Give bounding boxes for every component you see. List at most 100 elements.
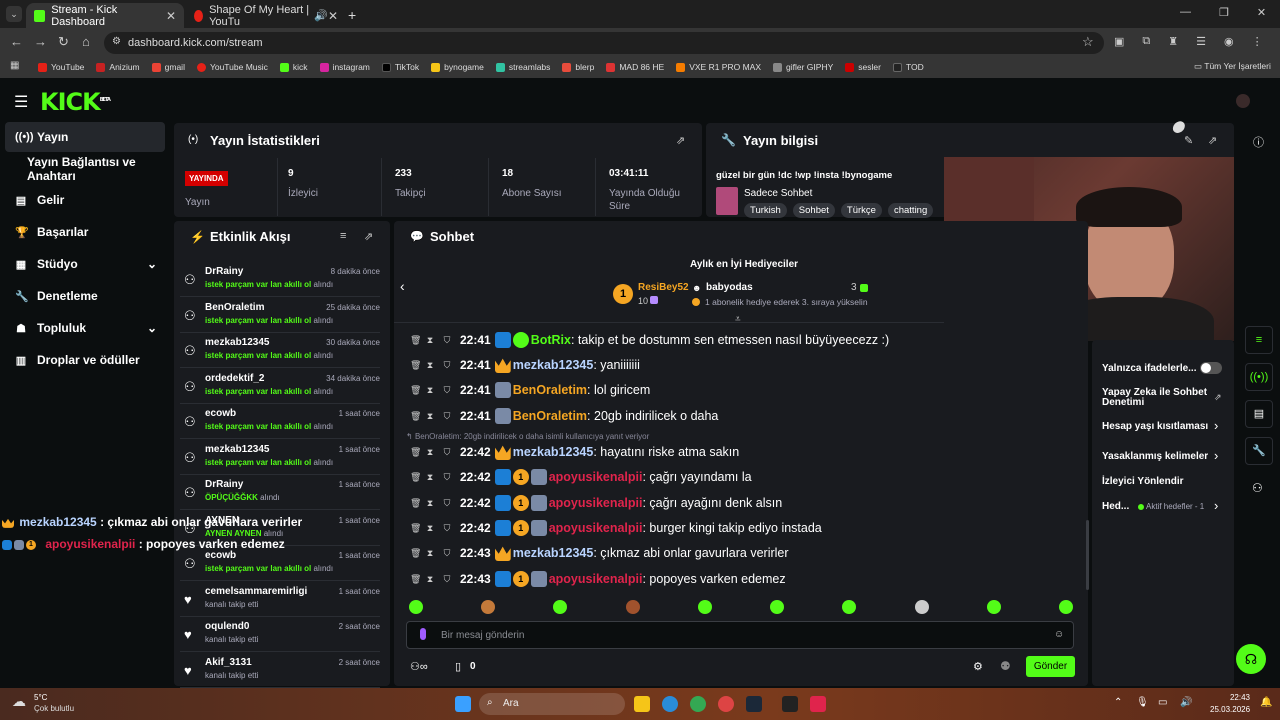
timeout-icon[interactable]: ⧗ bbox=[426, 523, 434, 534]
delete-message-icon[interactable]: 🗑 bbox=[410, 523, 421, 534]
settings-gear-icon[interactable]: ⚙ bbox=[973, 660, 983, 673]
sidebar-item-denetleme[interactable]: 🔧 Denetleme bbox=[5, 282, 165, 310]
microphone-icon[interactable] bbox=[420, 628, 426, 640]
back-icon[interactable]: ← bbox=[10, 34, 23, 49]
emote-icon[interactable] bbox=[1059, 600, 1073, 614]
delete-message-icon[interactable]: 🗑 bbox=[410, 574, 421, 585]
banned-words-setting[interactable]: Yasaklanmış kelimeler bbox=[1102, 451, 1208, 462]
activity-username[interactable]: DrRainy bbox=[205, 266, 243, 277]
tab-search-button[interactable]: ⌄ bbox=[6, 6, 22, 22]
timeout-icon[interactable]: ⧗ bbox=[426, 385, 434, 396]
activity-username[interactable]: mezkab12345 bbox=[205, 444, 270, 455]
activity-username[interactable]: cemelsammaremirligi bbox=[205, 586, 307, 597]
message-username[interactable]: mezkab12345 bbox=[513, 445, 594, 459]
chat-scrollbar[interactable] bbox=[1086, 520, 1089, 590]
sidebar-item-stream-key[interactable]: Yayın Bağlantısı ve Anahtarı bbox=[5, 155, 165, 183]
quick-action-button[interactable]: ≡ bbox=[1245, 326, 1273, 354]
tab-kick-dashboard[interactable]: Stream - Kick Dashboard ✕ bbox=[26, 3, 184, 28]
ban-shield-icon[interactable]: ⛉ bbox=[442, 472, 452, 483]
obs-icon[interactable] bbox=[718, 696, 734, 712]
send-button[interactable]: Gönder bbox=[1026, 656, 1075, 677]
taskbar-search[interactable]: Ara bbox=[479, 693, 625, 715]
bookmark-item[interactable]: streamlabs bbox=[495, 62, 550, 72]
activity-username[interactable]: mezkab12345 bbox=[205, 337, 270, 348]
activity-username[interactable]: DrRainy bbox=[205, 479, 243, 490]
apps-grid-icon[interactable]: ▦ bbox=[10, 60, 19, 71]
bookmark-star-icon[interactable]: ☆ bbox=[1082, 34, 1094, 50]
bookmark-item[interactable]: sesler bbox=[845, 62, 881, 72]
ban-shield-icon[interactable]: ⛉ bbox=[442, 385, 452, 396]
message-username[interactable]: mezkab12345 bbox=[513, 358, 594, 372]
extension-icon[interactable]: ☰ bbox=[1196, 35, 1206, 48]
sidebar-item-droplar[interactable]: ▥ Droplar ve ödüller bbox=[5, 346, 165, 374]
tag[interactable]: Sohbet bbox=[792, 203, 835, 218]
extension-icon[interactable]: ⧉ bbox=[1142, 35, 1150, 48]
bookmark-item[interactable]: Anizium bbox=[96, 62, 140, 72]
popout-icon[interactable]: ⇗ bbox=[676, 134, 685, 147]
delete-message-icon[interactable]: 🗑 bbox=[410, 360, 421, 371]
edge-browser-icon[interactable] bbox=[662, 696, 678, 712]
delete-message-icon[interactable]: 🗑 bbox=[410, 447, 421, 458]
edit-icon[interactable]: ✎ bbox=[1184, 134, 1193, 147]
account-age-setting[interactable]: Hesap yaşı kısıtlaması bbox=[1102, 421, 1208, 432]
bookmark-item[interactable]: VXE R1 PRO MAX bbox=[676, 62, 761, 72]
pinned-collapse-icon[interactable]: ⩡ bbox=[735, 314, 741, 325]
close-tab-icon[interactable]: ✕ bbox=[328, 9, 338, 23]
delete-message-icon[interactable]: 🗑 bbox=[410, 548, 421, 559]
bookmark-item[interactable]: gmail bbox=[151, 62, 185, 72]
message-username[interactable]: BenOraletim bbox=[513, 409, 587, 423]
home-icon[interactable]: ⌂ bbox=[82, 34, 90, 49]
emote-icon[interactable] bbox=[481, 600, 495, 614]
sidebar-item-yayin[interactable]: ((•)) Yayın bbox=[5, 122, 165, 152]
network-icon[interactable]: ▭ bbox=[1158, 697, 1167, 708]
user-avatar[interactable] bbox=[1236, 94, 1250, 108]
chat-users-icon[interactable]: ⚇∞ bbox=[410, 660, 428, 673]
emote-icon[interactable] bbox=[626, 600, 640, 614]
all-bookmarks-folder[interactable]: ▭ Tüm Yer İşaretleri bbox=[1194, 61, 1271, 72]
ban-shield-icon[interactable]: ⛉ bbox=[442, 574, 452, 585]
bookmark-item[interactable]: kick bbox=[279, 62, 308, 72]
delete-message-icon[interactable]: 🗑 bbox=[410, 385, 421, 396]
emote-icon[interactable] bbox=[987, 600, 1001, 614]
steam-icon[interactable] bbox=[746, 696, 762, 712]
bookmark-item[interactable]: bynogame bbox=[431, 62, 484, 72]
emote-icon[interactable] bbox=[553, 600, 567, 614]
gifter1-name[interactable]: ResiBey52 bbox=[638, 282, 689, 293]
epic-games-icon[interactable] bbox=[782, 696, 798, 712]
activity-username[interactable]: ecowb bbox=[205, 550, 236, 561]
filter-icon[interactable]: ≡ bbox=[340, 230, 346, 242]
delete-message-icon[interactable]: 🗑 bbox=[410, 498, 421, 509]
clock-date[interactable]: 25.03.2026 bbox=[1210, 705, 1250, 714]
timeout-icon[interactable]: ⧗ bbox=[426, 498, 434, 509]
activity-username[interactable]: BenOraletim bbox=[205, 302, 264, 313]
message-username[interactable]: BenOraletim bbox=[513, 383, 587, 397]
emote-icon[interactable] bbox=[409, 600, 423, 614]
close-window-icon[interactable]: ✕ bbox=[1257, 6, 1266, 19]
extension-icon[interactable]: ♜ bbox=[1168, 35, 1178, 48]
menu-icon[interactable]: ⋮ bbox=[1252, 35, 1263, 48]
popout-icon[interactable]: ⇗ bbox=[1208, 134, 1217, 147]
bookmark-item[interactable]: blerp bbox=[562, 62, 594, 72]
timeout-icon[interactable]: ⧗ bbox=[426, 447, 434, 458]
community-icon[interactable]: ⚇ bbox=[1252, 481, 1263, 495]
timeout-icon[interactable]: ⧗ bbox=[426, 335, 434, 346]
timeout-icon[interactable]: ⧗ bbox=[426, 360, 434, 371]
gifter2-name[interactable]: babyodas bbox=[706, 282, 753, 293]
extension-icon[interactable]: ▣ bbox=[1114, 35, 1124, 48]
new-tab-button[interactable]: + bbox=[348, 7, 356, 23]
message-username[interactable]: apoyusikenalpii bbox=[549, 572, 643, 586]
sidebar-item-studyo[interactable]: ▦ Stüdyo ⌄ bbox=[5, 250, 165, 278]
emote-picker-icon[interactable]: ⚉ bbox=[1000, 659, 1011, 673]
emote-only-toggle[interactable] bbox=[1200, 362, 1222, 374]
minimize-icon[interactable]: — bbox=[1180, 6, 1191, 19]
ban-shield-icon[interactable]: ⛉ bbox=[442, 411, 452, 422]
sidebar-item-basarilar[interactable]: 🏆 Başarılar bbox=[5, 218, 165, 246]
ban-shield-icon[interactable]: ⛉ bbox=[442, 498, 452, 509]
emoji-icon[interactable]: ☺ bbox=[1054, 629, 1064, 640]
start-windows-icon[interactable] bbox=[455, 696, 471, 712]
bookmark-item[interactable]: YouTube bbox=[38, 62, 84, 72]
file-explorer-icon[interactable] bbox=[634, 696, 650, 712]
sidebar-item-topluluk[interactable]: ☗ Topluluk ⌄ bbox=[5, 314, 165, 342]
delete-message-icon[interactable]: 🗑 bbox=[410, 335, 421, 346]
bookmark-item[interactable]: TOD bbox=[892, 62, 924, 72]
